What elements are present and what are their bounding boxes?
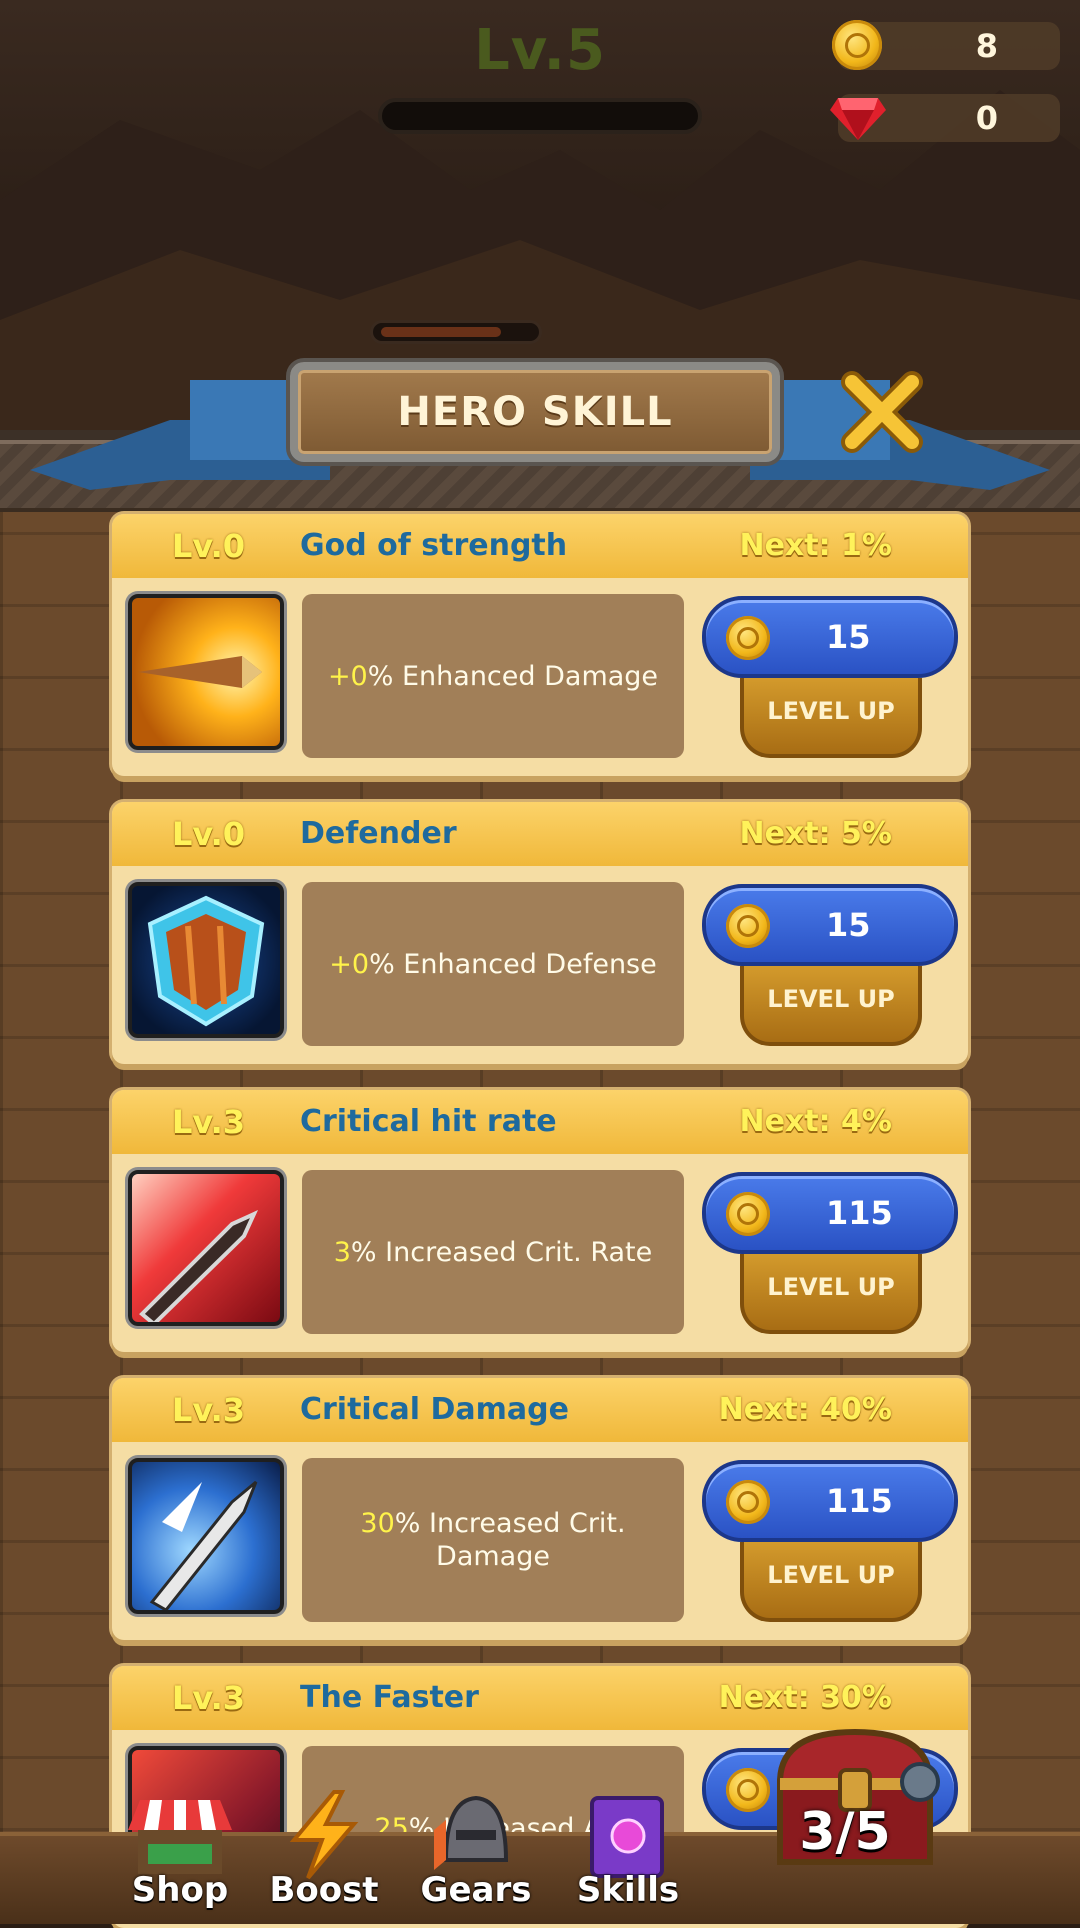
level-up-button[interactable]: LEVEL UP bbox=[740, 678, 922, 758]
skill-card-header: Lv.3 Critical hit rate Next: 4% bbox=[112, 1090, 968, 1154]
close-x-icon[interactable] bbox=[838, 368, 926, 456]
nav-gears[interactable]: Gears bbox=[416, 1790, 536, 1910]
skill-name: The Faster bbox=[300, 1680, 479, 1715]
skill-name: Defender bbox=[300, 816, 457, 851]
crit-sword-icon bbox=[128, 1170, 284, 1326]
coin-icon bbox=[726, 616, 770, 660]
skill-next-bonus: Next: 30% bbox=[718, 1680, 892, 1715]
level-up-label: LEVEL UP bbox=[767, 1561, 895, 1589]
coin-count: 8 bbox=[975, 27, 998, 65]
lightning-bolt-icon bbox=[289, 1790, 359, 1880]
skill-card-header: Lv.3 The Faster Next: 30% bbox=[112, 1666, 968, 1730]
skill-bonus-value: +0 bbox=[327, 660, 368, 692]
coin-icon bbox=[726, 1192, 770, 1236]
chest-progress: 3/5 bbox=[799, 1802, 891, 1862]
nav-shop-label: Shop bbox=[131, 1870, 229, 1910]
upgrade-cost: 15 bbox=[826, 906, 871, 944]
upgrade-cost: 15 bbox=[826, 618, 871, 656]
nav-shop[interactable]: Shop bbox=[120, 1790, 240, 1910]
level-up-label: LEVEL UP bbox=[767, 985, 895, 1013]
skill-level: Lv.3 bbox=[172, 1391, 246, 1429]
skill-description: +0% Enhanced Defense bbox=[302, 882, 684, 1046]
level-up-label: LEVEL UP bbox=[767, 1273, 895, 1301]
nav-skills-label: Skills bbox=[576, 1870, 680, 1910]
experience-bar bbox=[378, 98, 702, 134]
nav-skills[interactable]: Skills bbox=[568, 1790, 688, 1910]
skill-description: +0% Enhanced Damage bbox=[302, 594, 684, 758]
upgrade-cost: 115 bbox=[826, 1482, 893, 1520]
skill-card-header: Lv.3 Critical Damage Next: 40% bbox=[112, 1378, 968, 1442]
level-up-button[interactable]: LEVEL UP bbox=[740, 966, 922, 1046]
skill-description: 30% Increased Crit. Damage bbox=[302, 1458, 684, 1622]
skill-bonus-text: % Increased Crit. Rate bbox=[350, 1236, 653, 1268]
skill-name: Critical hit rate bbox=[300, 1104, 557, 1139]
upgrade-cost-button[interactable]: 15 bbox=[702, 884, 958, 966]
nav-boost-label: Boost bbox=[269, 1870, 379, 1910]
level-up-button[interactable]: LEVEL UP bbox=[740, 1542, 922, 1622]
skill-card: Lv.0 Defender Next: 5% +0% Enhanced Defe… bbox=[112, 802, 968, 1064]
skill-bonus-text: % Increased Crit. Damage bbox=[394, 1508, 626, 1572]
skill-card: Lv.0 God of strength Next: 1% +0% Enhanc… bbox=[112, 514, 968, 776]
upgrade-cost-button[interactable]: 115 bbox=[702, 1172, 958, 1254]
upgrade-cost-button[interactable]: 15 bbox=[702, 596, 958, 678]
level-up-label: LEVEL UP bbox=[767, 697, 895, 725]
upgrade-cost: 115 bbox=[826, 1194, 893, 1232]
nav-boost[interactable]: Boost bbox=[264, 1790, 384, 1910]
skill-level: Lv.0 bbox=[172, 527, 246, 565]
skill-next-bonus: Next: 40% bbox=[718, 1392, 892, 1427]
skill-name: God of strength bbox=[300, 528, 568, 563]
ruby-gem-icon bbox=[830, 98, 886, 140]
skill-next-bonus: Next: 4% bbox=[739, 1104, 892, 1139]
skill-level: Lv.3 bbox=[172, 1679, 246, 1717]
nav-gears-label: Gears bbox=[420, 1870, 532, 1910]
gem-count: 0 bbox=[975, 99, 998, 137]
skill-bonus-value: 30 bbox=[360, 1508, 395, 1539]
skill-bonus-value: 3 bbox=[333, 1236, 351, 1268]
coin-icon bbox=[726, 904, 770, 948]
skill-description: 3% Increased Crit. Rate bbox=[302, 1170, 684, 1334]
skill-card-header: Lv.0 God of strength Next: 1% bbox=[112, 514, 968, 578]
strength-blade-icon bbox=[128, 594, 284, 750]
skill-next-bonus: Next: 1% bbox=[739, 528, 892, 563]
crit-damage-icon bbox=[128, 1458, 284, 1614]
shield-icon bbox=[128, 882, 284, 1038]
skill-name: Critical Damage bbox=[300, 1392, 569, 1427]
skill-bonus-value: +0 bbox=[329, 948, 370, 980]
coin-icon bbox=[832, 20, 882, 70]
skill-card-header: Lv.0 Defender Next: 5% bbox=[112, 802, 968, 866]
skill-next-bonus: Next: 5% bbox=[739, 816, 892, 851]
skill-level: Lv.0 bbox=[172, 815, 246, 853]
enemy-health-bar bbox=[370, 320, 542, 344]
skill-card: Lv.3 Critical Damage Next: 40% 30% Incre… bbox=[112, 1378, 968, 1640]
shop-stall-icon bbox=[128, 1800, 232, 1874]
skill-level: Lv.3 bbox=[172, 1103, 246, 1141]
upgrade-cost-button[interactable]: 115 bbox=[702, 1460, 958, 1542]
skill-bonus-text: % Enhanced Damage bbox=[367, 660, 659, 692]
panel-title: HERO SKILL bbox=[397, 389, 673, 435]
spellbook-icon bbox=[590, 1796, 664, 1878]
level-up-button[interactable]: LEVEL UP bbox=[740, 1254, 922, 1334]
panel-title-plate: HERO SKILL bbox=[290, 362, 780, 462]
skill-card: Lv.3 Critical hit rate Next: 4% 3% Incre… bbox=[112, 1090, 968, 1352]
coin-icon bbox=[726, 1480, 770, 1524]
helmet-icon bbox=[434, 1795, 509, 1870]
skill-bonus-text: % Enhanced Defense bbox=[369, 948, 657, 980]
